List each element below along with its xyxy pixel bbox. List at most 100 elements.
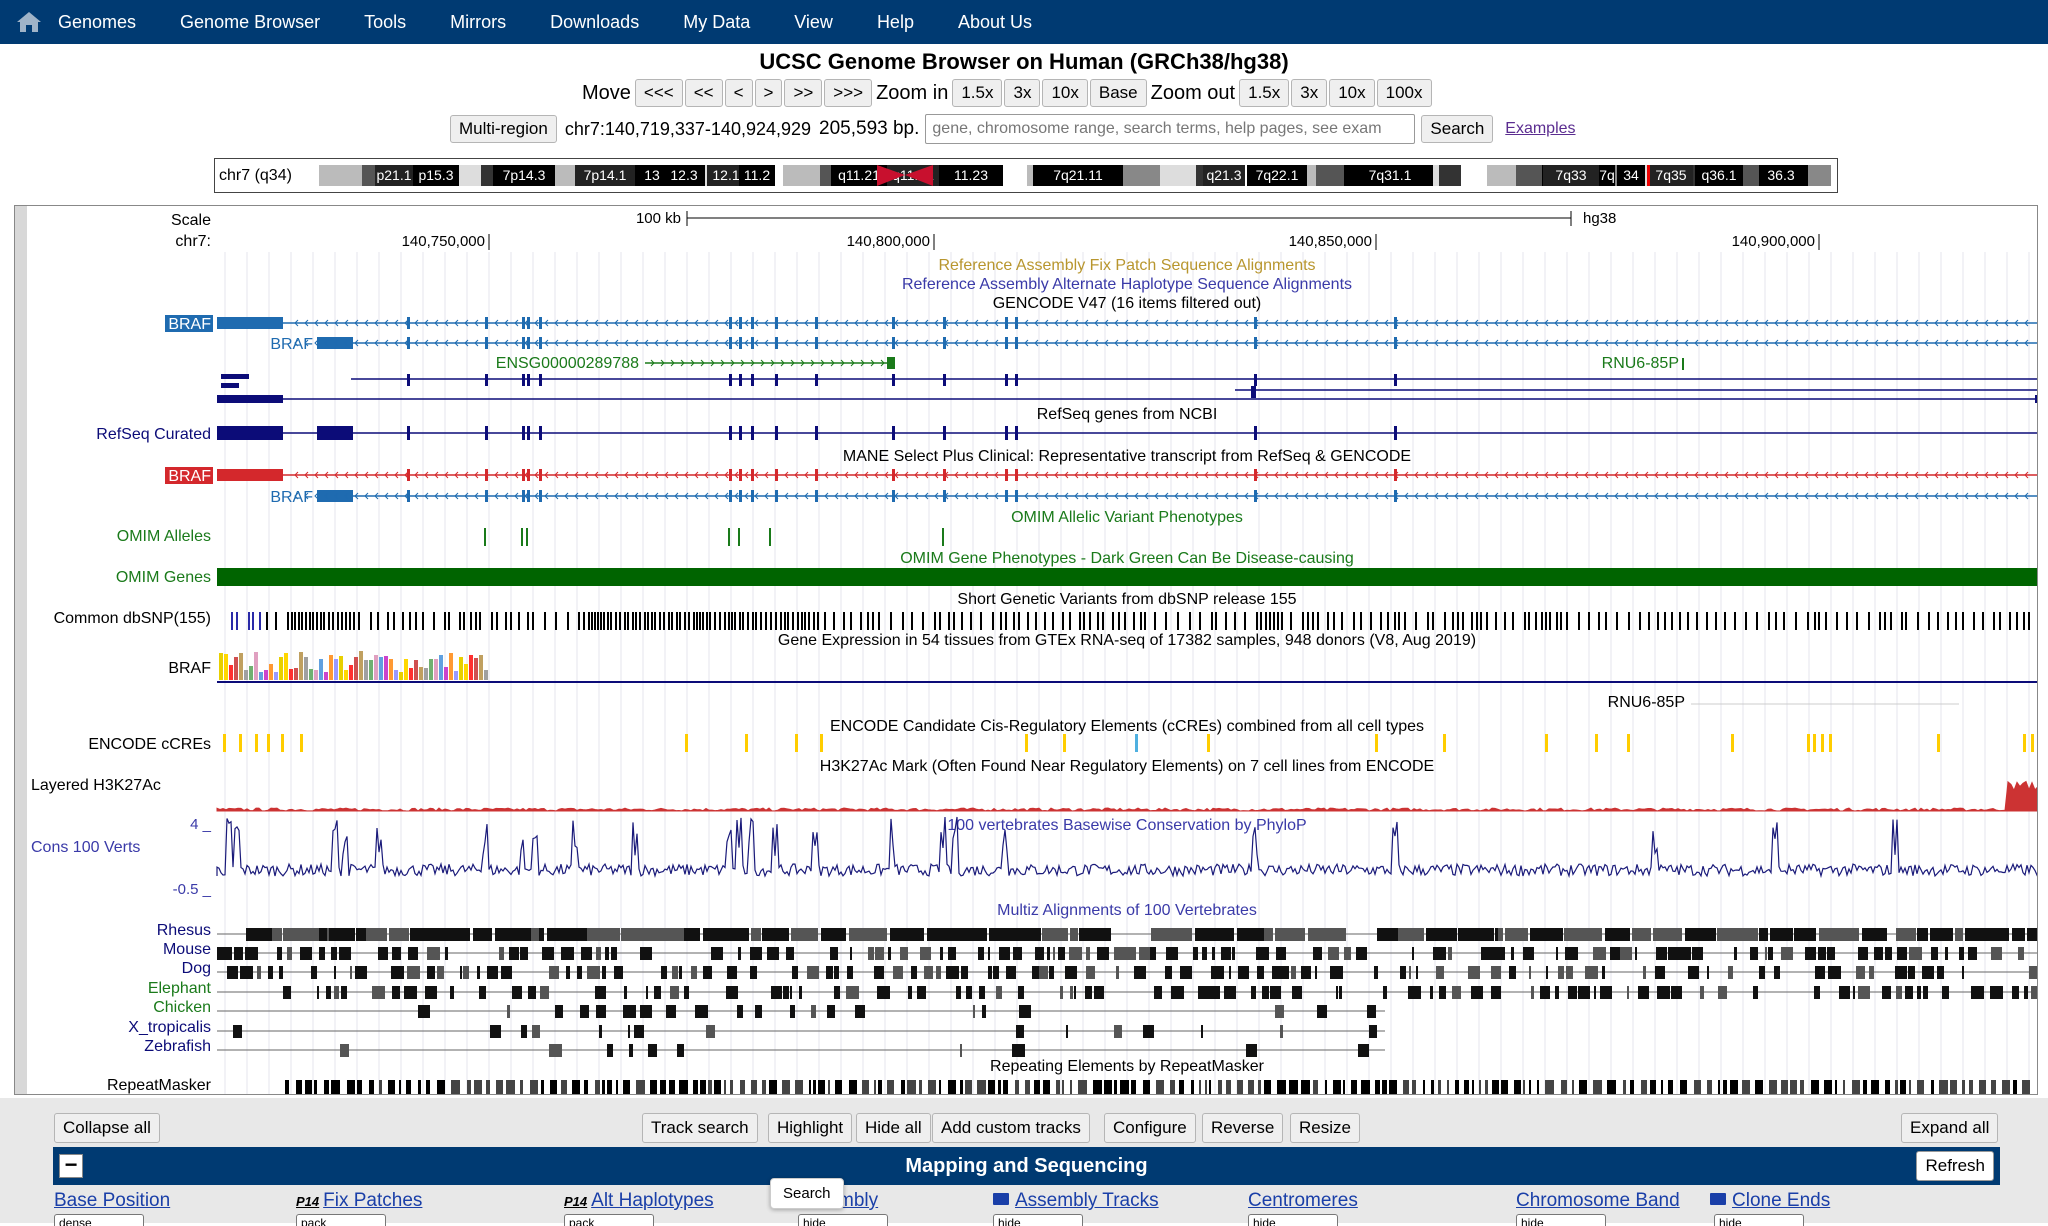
gene-exon[interactable] bbox=[887, 357, 895, 369]
track-visibility-select[interactable]: hide bbox=[1516, 1214, 1606, 1226]
zoom-in-base-button[interactable]: Base bbox=[1089, 79, 1147, 107]
nav-help[interactable]: Help bbox=[877, 12, 914, 33]
transcript-fragment[interactable] bbox=[221, 374, 249, 379]
refseq-curated-label[interactable]: RefSeq Curated bbox=[96, 426, 211, 443]
track-visibility-select[interactable]: hide bbox=[993, 1214, 1083, 1226]
nav-view[interactable]: View bbox=[794, 12, 833, 33]
gtex-rnu6-label[interactable]: RNU6-85P bbox=[1608, 694, 1685, 711]
zoom-in-3x-button[interactable]: 3x bbox=[1004, 79, 1041, 107]
track-link-assembly[interactable]: mbly bbox=[838, 1190, 878, 1212]
nav-tools[interactable]: Tools bbox=[364, 12, 406, 33]
search-button[interactable]: Search bbox=[1421, 115, 1494, 143]
move-left-far-button[interactable]: <<< bbox=[634, 79, 683, 107]
zoom-out-10x-button[interactable]: 10x bbox=[1329, 79, 1375, 107]
species-label[interactable]: X_tropicalis bbox=[128, 1019, 211, 1036]
track-link-label[interactable]: Chromosome Band bbox=[1516, 1190, 1680, 1211]
track-link-label[interactable]: Fix Patches bbox=[323, 1190, 422, 1211]
track-link-label[interactable]: Base Position bbox=[54, 1190, 170, 1211]
track-visibility-select[interactable]: hide bbox=[1248, 1214, 1338, 1226]
track-link-chromosome-band[interactable]: Chromosome Band bbox=[1516, 1190, 1680, 1212]
encode-label[interactable]: ENCODE cCREs bbox=[88, 736, 211, 753]
search-input[interactable] bbox=[925, 114, 1416, 144]
omim-allele-marks[interactable] bbox=[484, 528, 944, 546]
home-icon[interactable] bbox=[0, 0, 58, 44]
track-search-button[interactable]: Track search bbox=[642, 1113, 758, 1143]
omim-gene-bar[interactable] bbox=[217, 568, 2038, 586]
track-link-centromeres[interactable]: Centromeres bbox=[1248, 1190, 1358, 1212]
expand-all-button[interactable]: Expand all bbox=[1901, 1113, 1999, 1143]
track-link-assembly-tracks[interactable]: Assembly Tracks bbox=[993, 1190, 1159, 1212]
nav-downloads[interactable]: Downloads bbox=[550, 12, 639, 33]
track-visibility-select[interactable]: pack bbox=[296, 1214, 386, 1226]
refresh-button[interactable]: Refresh bbox=[1916, 1151, 1994, 1181]
zoom-out-1.5x-button[interactable]: 1.5x bbox=[1239, 79, 1290, 107]
resize-button[interactable]: Resize bbox=[1290, 1113, 1360, 1143]
species-label[interactable]: Elephant bbox=[148, 980, 212, 997]
dbsnp-marks[interactable] bbox=[231, 612, 2038, 630]
track-link-label[interactable]: mbly bbox=[838, 1190, 878, 1211]
gene-label-braf[interactable]: BRAF bbox=[168, 316, 211, 333]
transcript-fragment[interactable] bbox=[221, 383, 239, 388]
transcript-exon[interactable] bbox=[217, 395, 283, 403]
species-label[interactable]: Zebrafish bbox=[144, 1038, 211, 1055]
gene-exon[interactable] bbox=[217, 317, 283, 329]
track-image[interactable]: Scale chr7: 100 kb hg38 140,750,000 140,… bbox=[14, 205, 2038, 1095]
species-label[interactable]: Chicken bbox=[153, 999, 211, 1016]
track-link-clone-ends[interactable]: Clone Ends bbox=[1710, 1190, 1830, 1212]
track-link-fix-patches[interactable]: P14 Fix Patches bbox=[296, 1190, 422, 1212]
track-visibility-select[interactable]: dense bbox=[54, 1214, 144, 1226]
omim-genes-label[interactable]: OMIM Genes bbox=[116, 569, 211, 586]
zoom-out-100x-button[interactable]: 100x bbox=[1376, 79, 1432, 107]
nav-mirrors[interactable]: Mirrors bbox=[450, 12, 506, 33]
move-right-button[interactable]: > bbox=[754, 79, 783, 107]
species-label[interactable]: Dog bbox=[182, 960, 211, 977]
omim-alleles-label[interactable]: OMIM Alleles bbox=[117, 528, 211, 545]
species-label[interactable]: Rhesus bbox=[157, 922, 211, 939]
track-link-label[interactable]: Alt Haplotypes bbox=[591, 1190, 714, 1211]
add-custom-tracks-button[interactable]: Add custom tracks bbox=[932, 1113, 1090, 1143]
drag-gutter[interactable] bbox=[15, 206, 27, 1095]
mane-label-braf[interactable]: BRAF bbox=[168, 468, 211, 485]
track-visibility-select[interactable]: hide bbox=[798, 1214, 888, 1226]
move-right-far-button[interactable]: >>> bbox=[824, 79, 873, 107]
nav-genomes[interactable]: Genomes bbox=[58, 12, 136, 33]
reverse-button[interactable]: Reverse bbox=[1202, 1113, 1284, 1143]
section-collapse-button[interactable]: − bbox=[59, 1154, 83, 1178]
nav-my-data[interactable]: My Data bbox=[683, 12, 750, 33]
move-left-medium-button[interactable]: << bbox=[684, 79, 723, 107]
track-link-label[interactable]: Centromeres bbox=[1248, 1190, 1358, 1211]
collapse-all-button[interactable]: Collapse all bbox=[54, 1113, 160, 1143]
dbsnp-label[interactable]: Common dbSNP(155) bbox=[54, 610, 211, 627]
zoom-in-10x-button[interactable]: 10x bbox=[1042, 79, 1088, 107]
examples-link[interactable]: Examples bbox=[1505, 120, 1575, 138]
track-link-label[interactable]: Clone Ends bbox=[1732, 1190, 1830, 1211]
repeat-marks[interactable] bbox=[285, 1080, 2038, 1094]
refseq-exon[interactable] bbox=[317, 426, 353, 440]
move-right-medium-button[interactable]: >> bbox=[784, 79, 823, 107]
h3k27ac-label[interactable]: Layered H3K27Ac bbox=[31, 777, 161, 794]
phylop-label[interactable]: Cons 100 Verts bbox=[31, 839, 140, 856]
chromosome-ideogram[interactable]: chr7 (q34) p21.1 p15.3 7p14.3 7p14.1 13 12.3 1… bbox=[214, 158, 1838, 193]
gtex-label[interactable]: BRAF bbox=[168, 660, 211, 677]
move-left-button[interactable]: < bbox=[724, 79, 753, 107]
track-link-base-position[interactable]: Base Position bbox=[54, 1190, 170, 1212]
gene-label-ensg[interactable]: ENSG00000289788 bbox=[496, 355, 639, 372]
ideogram-bands[interactable]: p21.1 p15.3 7p14.3 7p14.1 13 12.3 12.1 11.2 q11.… bbox=[301, 161, 1837, 190]
gtex-bars[interactable] bbox=[219, 651, 488, 680]
track-link-alt-haplotypes[interactable]: P14 Alt Haplotypes bbox=[564, 1190, 714, 1212]
ideogram-svg[interactable]: p21.1 p15.3 7p14.3 7p14.1 13 12.3 12.1 11.2 q11.… bbox=[301, 161, 1837, 190]
track-visibility-select[interactable]: hide bbox=[1714, 1214, 1804, 1226]
gene-label-rnu6[interactable]: RNU6-85P bbox=[1602, 355, 1679, 372]
zoom-in-1.5x-button[interactable]: 1.5x bbox=[952, 79, 1003, 107]
track-visibility-select[interactable]: pack bbox=[564, 1214, 654, 1226]
nav-about-us[interactable]: About Us bbox=[958, 12, 1032, 33]
mane-exon[interactable] bbox=[217, 469, 283, 481]
multi-region-button[interactable]: Multi-region bbox=[450, 115, 557, 143]
refseq-exon[interactable] bbox=[217, 426, 283, 440]
highlight-button[interactable]: Highlight bbox=[768, 1113, 853, 1143]
species-label[interactable]: Mouse bbox=[163, 941, 211, 958]
configure-button[interactable]: Configure bbox=[1104, 1113, 1196, 1143]
track-link-label[interactable]: Assembly Tracks bbox=[1015, 1190, 1159, 1211]
nav-genome-browser[interactable]: Genome Browser bbox=[180, 12, 320, 33]
hide-all-button[interactable]: Hide all bbox=[856, 1113, 931, 1143]
